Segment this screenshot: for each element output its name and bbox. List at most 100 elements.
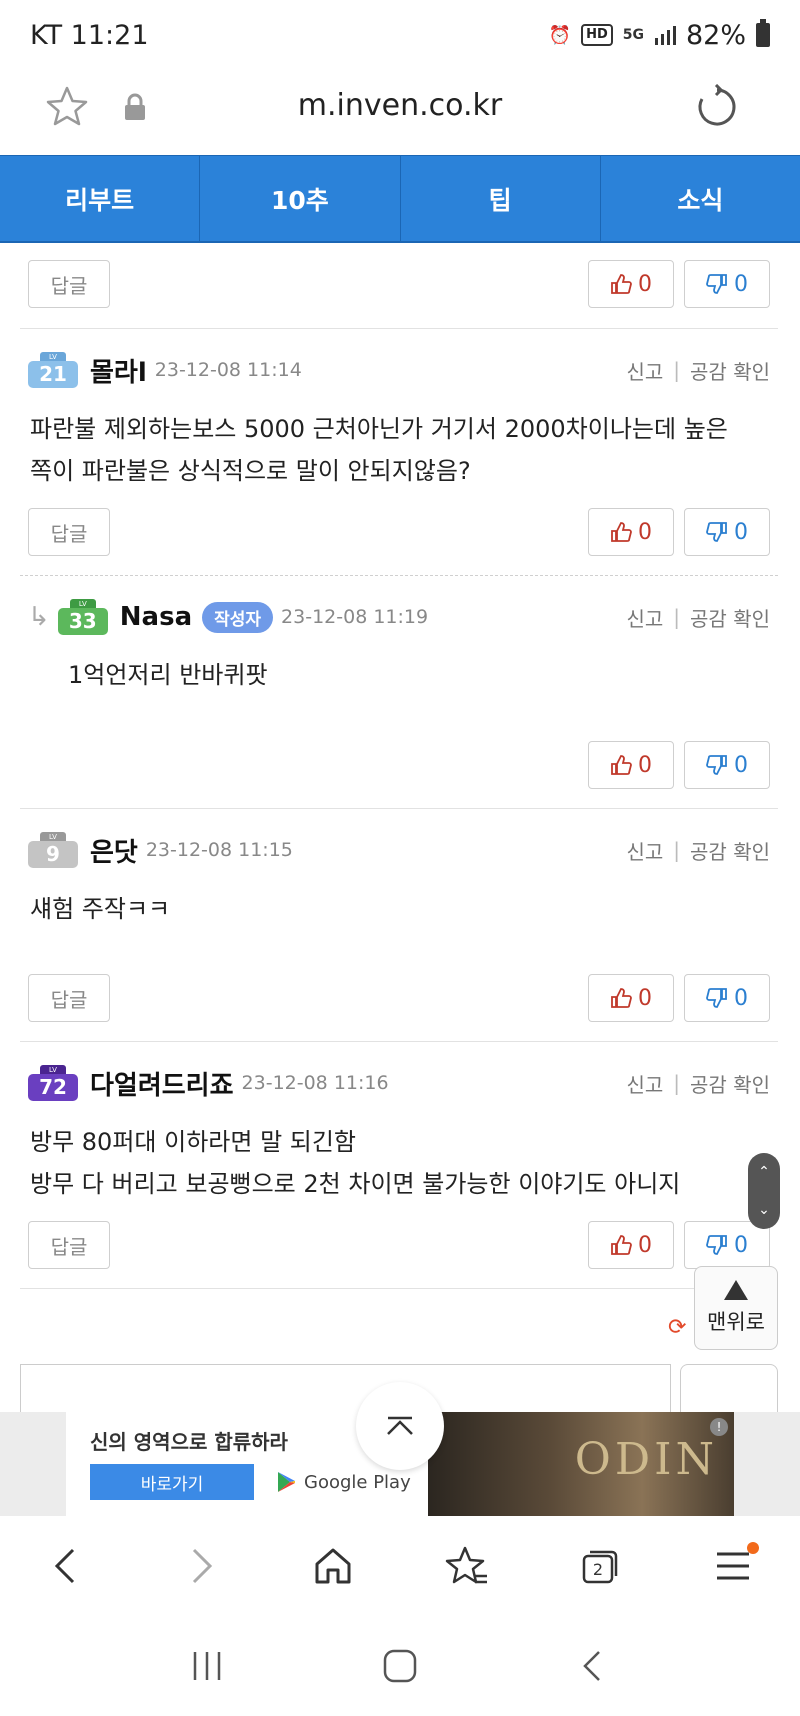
collapse-up-button[interactable] [356, 1382, 444, 1470]
downvote-button[interactable]: 0 [684, 508, 770, 556]
downvote-button[interactable]: 0 [684, 974, 770, 1022]
comment-date: 23-12-08 11:19 [281, 606, 429, 628]
home-icon [315, 1548, 351, 1584]
comment-line: 방무 다 버리고 보공뻥으로 2천 차이면 불가능한 이야기도 아니지 [30, 1170, 681, 1198]
divider [20, 328, 778, 329]
empathy-link[interactable]: 공감 확인 [690, 836, 770, 865]
upvote-count: 0 [638, 271, 652, 297]
google-play-badge[interactable]: Google Play [276, 1470, 411, 1494]
downvote-count: 0 [734, 985, 748, 1011]
back-to-top-button[interactable]: 맨위로 [694, 1266, 778, 1350]
reply-button[interactable]: 답글 [28, 508, 110, 556]
reply-button[interactable]: 답글 [28, 1221, 110, 1269]
scroll-handle[interactable]: ⌃ ⌄ [748, 1153, 780, 1229]
google-play-icon [278, 1472, 295, 1492]
nickname[interactable]: 다얼려드리죠 [90, 1065, 234, 1102]
level-number: 9 [28, 841, 78, 868]
upvote-count: 0 [638, 1232, 652, 1258]
reply-arrow-icon: ↳ [28, 602, 50, 632]
tab-10-recommend[interactable]: 10추 [200, 156, 401, 241]
downvote-count: 0 [734, 752, 748, 778]
upvote-button[interactable]: 0 [588, 508, 674, 556]
downvote-button[interactable]: 0 [684, 741, 770, 789]
url-text[interactable]: m.inven.co.kr [0, 88, 800, 123]
comment-line: 방무 80퍼대 이하라면 말 되긴함 [30, 1128, 357, 1156]
report-link[interactable]: 신고 [626, 356, 663, 385]
bookmarks-button[interactable] [437, 1536, 497, 1596]
ad-cta-button[interactable]: 바로가기 [90, 1464, 254, 1500]
report-link[interactable]: 신고 [626, 603, 663, 632]
nickname[interactable]: 몰라l [90, 352, 147, 389]
divider [20, 575, 778, 576]
comment-date: 23-12-08 11:14 [154, 359, 302, 381]
thumbs-up-icon [611, 755, 632, 775]
comment-actions: 0 0 [28, 741, 770, 789]
ad-title: 신의 영역으로 합류하라 [90, 1430, 288, 1454]
thumbs-up-icon [611, 1235, 632, 1255]
tab-news[interactable]: 소식 [601, 156, 800, 241]
upvote-button[interactable]: 0 [588, 1221, 674, 1269]
comment-line: 1억언저리 반바퀴팟 [68, 661, 268, 689]
upvote-button[interactable]: 0 [588, 741, 674, 789]
back-button[interactable] [37, 1536, 97, 1596]
comment-line: 파란불 제외하는보스 5000 근처아닌가 거기서 2000차이나는데 높은 [30, 415, 728, 443]
downvote-count: 0 [734, 271, 748, 297]
level-badge: LV 21 [28, 352, 78, 388]
comment-text: 섀험 주작ㅋㅋ [30, 888, 760, 930]
comment-text: 1억언저리 반바퀴팟 [68, 654, 760, 696]
tabs-button[interactable]: 2 [570, 1536, 630, 1596]
report-link[interactable]: 신고 [626, 836, 663, 865]
comment-line: 쪽이 파란불은 상식적으로 말이 안되지않음? [30, 457, 471, 485]
empathy-link[interactable]: 공감 확인 [690, 356, 770, 385]
empathy-link[interactable]: 공감 확인 [690, 1069, 770, 1098]
reload-icon[interactable] [694, 84, 740, 130]
level-number: 72 [28, 1074, 78, 1101]
forward-button[interactable] [170, 1536, 230, 1596]
upvote-button[interactable]: 0 [588, 260, 674, 308]
tab-reboot[interactable]: 리부트 [0, 156, 201, 241]
google-play-label: Google Play [304, 1471, 411, 1493]
comment-header: LV 9 은닷 23-12-08 11:15 신고 | 공감 확인 [28, 830, 770, 870]
level-badge: LV 72 [28, 1065, 78, 1101]
divider [20, 808, 778, 809]
upvote-count: 0 [638, 752, 652, 778]
reply-button[interactable]: 답글 [28, 974, 110, 1022]
comment-meta-actions: 신고 | 공감 확인 [626, 603, 770, 632]
refresh-comments-icon[interactable]: ⟳ [668, 1315, 686, 1340]
bookmarks-star-icon [445, 1546, 487, 1584]
back-nav-button[interactable] [568, 1641, 618, 1691]
home-button[interactable] [303, 1536, 363, 1596]
author-badge: 작성자 [202, 601, 274, 633]
reply-button[interactable]: 답글 [28, 260, 110, 308]
network-5g-icon: 5G [622, 27, 644, 43]
downvote-button[interactable]: 0 [684, 1221, 770, 1269]
comment-header: LV 72 다얼려드리죠 23-12-08 11:16 신고 | 공감 확인 [28, 1063, 770, 1103]
recent-apps-button[interactable] [182, 1641, 232, 1691]
chevron-left-icon [54, 1548, 74, 1584]
url-bar: m.inven.co.kr [0, 70, 800, 156]
nickname[interactable]: Nasa [120, 602, 192, 632]
tab-tip[interactable]: 팁 [401, 156, 601, 241]
thumbs-down-icon [706, 988, 727, 1008]
back-to-top-label: 맨위로 [707, 1310, 765, 1334]
comment-meta-actions: 신고 | 공감 확인 [626, 1069, 770, 1098]
notification-dot [747, 1542, 760, 1554]
back-chevron-icon [583, 1651, 601, 1681]
comment-meta-actions: 신고 | 공감 확인 [626, 836, 770, 865]
ad-info-icon[interactable]: ! [710, 1418, 728, 1436]
empathy-link[interactable]: 공감 확인 [690, 603, 770, 632]
upvote-count: 0 [638, 519, 652, 545]
divider [20, 1041, 778, 1042]
menu-button[interactable] [703, 1536, 763, 1596]
thumbs-up-icon [611, 522, 632, 542]
report-link[interactable]: 신고 [626, 1069, 663, 1098]
downvote-button[interactable]: 0 [684, 260, 770, 308]
level-badge: LV 9 [28, 832, 78, 868]
upvote-button[interactable]: 0 [588, 974, 674, 1022]
nickname[interactable]: 은닷 [90, 832, 138, 869]
status-icons: ⏰ HD 5G 82% [549, 19, 770, 51]
carrier-time: KT 11:21 [30, 19, 149, 51]
home-nav-button[interactable] [375, 1641, 425, 1691]
ad-logo: ODIN [574, 1434, 718, 1485]
tabs-icon: 2 [582, 1550, 618, 1584]
